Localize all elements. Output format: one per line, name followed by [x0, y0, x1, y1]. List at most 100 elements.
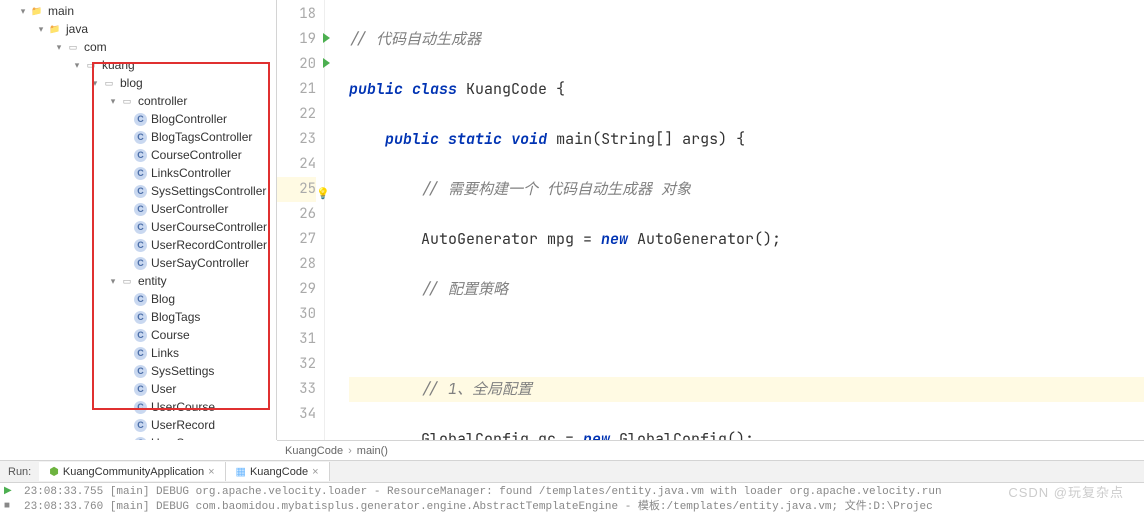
tree-label: UserSayController [151, 256, 249, 270]
tree-label: UserSay [151, 436, 197, 440]
tree-class-item[interactable]: C Course [0, 326, 276, 344]
tree-folder-java[interactable]: ▾📁 java [0, 20, 276, 38]
tree-class-item[interactable]: CSysSettingsController [0, 182, 276, 200]
tree-class-item[interactable]: C UserSay [0, 434, 276, 440]
tree-class-item[interactable]: C UserController [0, 200, 276, 218]
tree-label: UserCourse [151, 400, 215, 414]
tree-label: kuang [102, 58, 135, 72]
class-icon: C [134, 185, 147, 198]
console-line: 23:08:33.760 [main] DEBUG com.baomidou.m… [24, 500, 1140, 515]
tree-label: BlogController [151, 112, 227, 126]
tree-pkg-com[interactable]: ▾▭com [0, 38, 276, 56]
tree-label: UserController [151, 202, 228, 216]
class-icon: C [134, 293, 147, 306]
folder-icon: 📁 [48, 22, 62, 36]
tree-label: BlogTags [151, 310, 200, 324]
tree-class-item[interactable]: C BlogController [0, 110, 276, 128]
close-icon[interactable]: × [208, 466, 214, 478]
class-icon: C [134, 437, 147, 441]
tree-label: BlogTagsController [151, 130, 252, 144]
class-icon: C [134, 257, 147, 270]
run-tab[interactable]: ▦KuangCode× [226, 462, 330, 481]
tree-label: CourseController [151, 148, 242, 162]
class-icon: C [134, 221, 147, 234]
breadcrumb-item[interactable]: KuangCode [285, 445, 343, 457]
spring-icon: ⬢ [49, 465, 59, 478]
class-icon: C [134, 239, 147, 252]
tree-class-item[interactable]: C LinksController [0, 164, 276, 182]
class-icon: C [134, 113, 147, 126]
chevron-down-icon: ▾ [18, 6, 28, 17]
tree-class-item[interactable]: C Blog [0, 290, 276, 308]
tree-pkg-entity[interactable]: ▾▭ entity [0, 272, 276, 290]
tree-label: UserCourseController [151, 220, 267, 234]
tree-pkg-controller[interactable]: ▾▭ controller [0, 92, 276, 110]
chevron-down-icon: ▾ [36, 24, 46, 35]
tree-class-item[interactable]: CSysSettings [0, 362, 276, 380]
run-toolwindow-tabs: Run: ⬢KuangCommunityApplication× ▦KuangC… [0, 460, 1144, 482]
folder-icon: 📁 [30, 4, 44, 18]
tree-class-item[interactable]: C BlogTags [0, 308, 276, 326]
class-icon: C [134, 365, 147, 378]
chevron-right-icon: › [348, 445, 352, 457]
class-icon: C [134, 203, 147, 216]
run-gutter-icon[interactable] [323, 33, 330, 43]
tree-class-item[interactable]: CUserRecordController [0, 236, 276, 254]
tree-class-item[interactable]: C UserRecord [0, 416, 276, 434]
package-icon: ▭ [120, 274, 134, 288]
tree-label: Course [151, 328, 190, 342]
project-tree[interactable]: ▾📁main ▾📁java ▾▭com ▾▭kuang ▾▭blog ▾▭con… [0, 0, 277, 440]
class-icon: C [134, 383, 147, 396]
tree-label: Blog [151, 292, 175, 306]
tree-class-item[interactable]: C UserCourseController [0, 218, 276, 236]
run-button[interactable]: ▶ [4, 485, 18, 499]
tree-class-item[interactable]: C Links [0, 344, 276, 362]
tree-label: LinksController [151, 166, 231, 180]
close-icon[interactable]: × [312, 466, 318, 478]
stop-button[interactable]: ■ [4, 501, 18, 515]
code-editor[interactable]: 18 19 20 21 22 23 24 25💡 26 27 28 29 30 … [277, 0, 1144, 440]
class-icon: C [134, 329, 147, 342]
chevron-down-icon: ▾ [108, 96, 118, 107]
tree-folder-main[interactable]: ▾📁 main [0, 2, 276, 20]
chevron-down-icon: ▾ [108, 276, 118, 287]
tree-label: UserRecord [151, 418, 215, 432]
tree-pkg-blog[interactable]: ▾▭blog [0, 74, 276, 92]
tree-label: entity [138, 274, 167, 288]
run-gutter-icon[interactable] [323, 58, 330, 68]
class-icon: C [134, 419, 147, 432]
run-tab[interactable]: ⬢KuangCommunityApplication× [39, 462, 225, 481]
tree-pkg-kuang[interactable]: ▾▭ kuang [0, 56, 276, 74]
breadcrumb-item[interactable]: main() [357, 445, 388, 457]
console-output[interactable]: ▶ ■ 23:08:33.755 [main] DEBUG org.apache… [0, 482, 1144, 518]
tree-class-item[interactable]: C UserCourse [0, 398, 276, 416]
tree-label: main [48, 4, 74, 18]
tree-label: Links [151, 346, 179, 360]
class-icon: C [134, 311, 147, 324]
tree-label: java [66, 22, 88, 36]
tree-class-item[interactable]: C BlogTagsController [0, 128, 276, 146]
code-comment: // 代码自动生成器 [349, 29, 481, 49]
package-icon: ▭ [120, 94, 134, 108]
chevron-down-icon: ▾ [90, 78, 100, 89]
tree-class-item[interactable]: CUser [0, 380, 276, 398]
class-icon: C [134, 167, 147, 180]
class-icon: C [134, 347, 147, 360]
lightbulb-icon[interactable]: 💡 [316, 182, 330, 207]
class-icon: C [134, 149, 147, 162]
class-icon: C [134, 131, 147, 144]
breadcrumb[interactable]: KuangCode › main() [277, 440, 1144, 460]
package-icon: ▭ [84, 58, 98, 72]
tree-class-item[interactable]: C UserSayController [0, 254, 276, 272]
code-content[interactable]: // 代码自动生成器 public class KuangCode { publ… [325, 0, 1144, 440]
gutter: 18 19 20 21 22 23 24 25💡 26 27 28 29 30 … [277, 0, 325, 440]
chevron-down-icon: ▾ [54, 42, 64, 53]
chevron-down-icon: ▾ [72, 60, 82, 71]
package-icon: ▭ [102, 76, 116, 90]
class-icon: C [134, 401, 147, 414]
app-icon: ▦ [236, 465, 246, 478]
console-line: 23:08:33.755 [main] DEBUG org.apache.vel… [24, 485, 1140, 500]
tree-label: com [84, 40, 107, 54]
tree-label: controller [138, 94, 187, 108]
tree-class-item[interactable]: C CourseController [0, 146, 276, 164]
